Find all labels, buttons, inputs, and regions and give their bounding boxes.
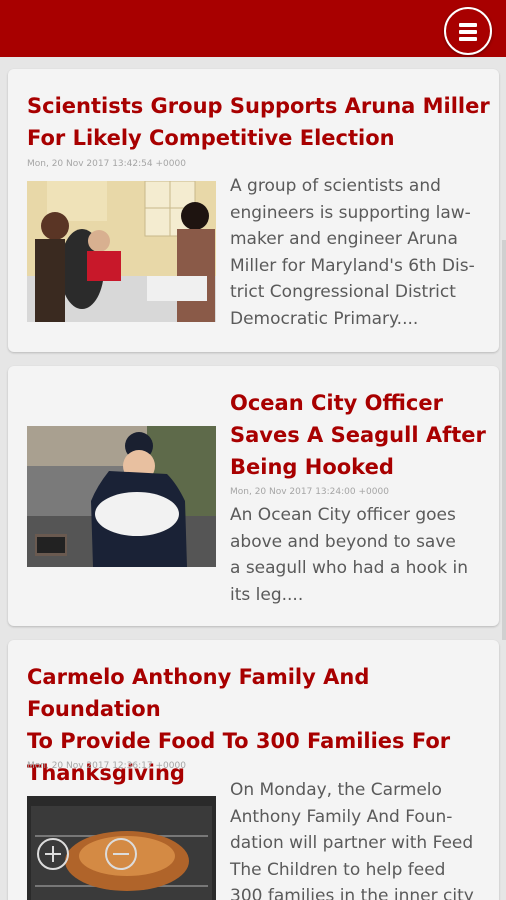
- scrollbar[interactable]: [502, 240, 506, 640]
- top-app-bar: [0, 0, 506, 57]
- article-date: Mon, 20 Nov 2017 13:42:54 +0000: [27, 159, 186, 169]
- article-title[interactable]: Ocean City Officer Saves A Seagull After…: [230, 387, 486, 483]
- article-summary: A group of scientists and engineers is s…: [230, 176, 475, 329]
- article-card[interactable]: Ocean City Officer Saves A Seagull After…: [8, 366, 499, 626]
- menu-button[interactable]: [444, 7, 492, 55]
- article-thumbnail[interactable]: [27, 796, 216, 900]
- article-card[interactable]: Scientists Group Supports Aruna Miller F…: [8, 69, 499, 352]
- article-thumbnail[interactable]: [27, 426, 216, 567]
- article-summary: On Monday, the Carmelo Anthony Family An…: [230, 780, 474, 900]
- hamburger-menu-icon: [459, 23, 477, 44]
- article-card[interactable]: Carmelo Anthony Family And Foundation To…: [8, 640, 499, 900]
- article-date: Mon, 20 Nov 2017 13:24:00 +0000: [230, 487, 389, 497]
- article-summary: An Ocean City officer goes above and bey…: [230, 505, 468, 605]
- article-thumbnail[interactable]: [27, 181, 216, 322]
- article-title[interactable]: Scientists Group Supports Aruna Miller F…: [27, 90, 490, 154]
- article-date: Mon, 20 Nov 2017 12:36:17 +0000: [27, 761, 186, 771]
